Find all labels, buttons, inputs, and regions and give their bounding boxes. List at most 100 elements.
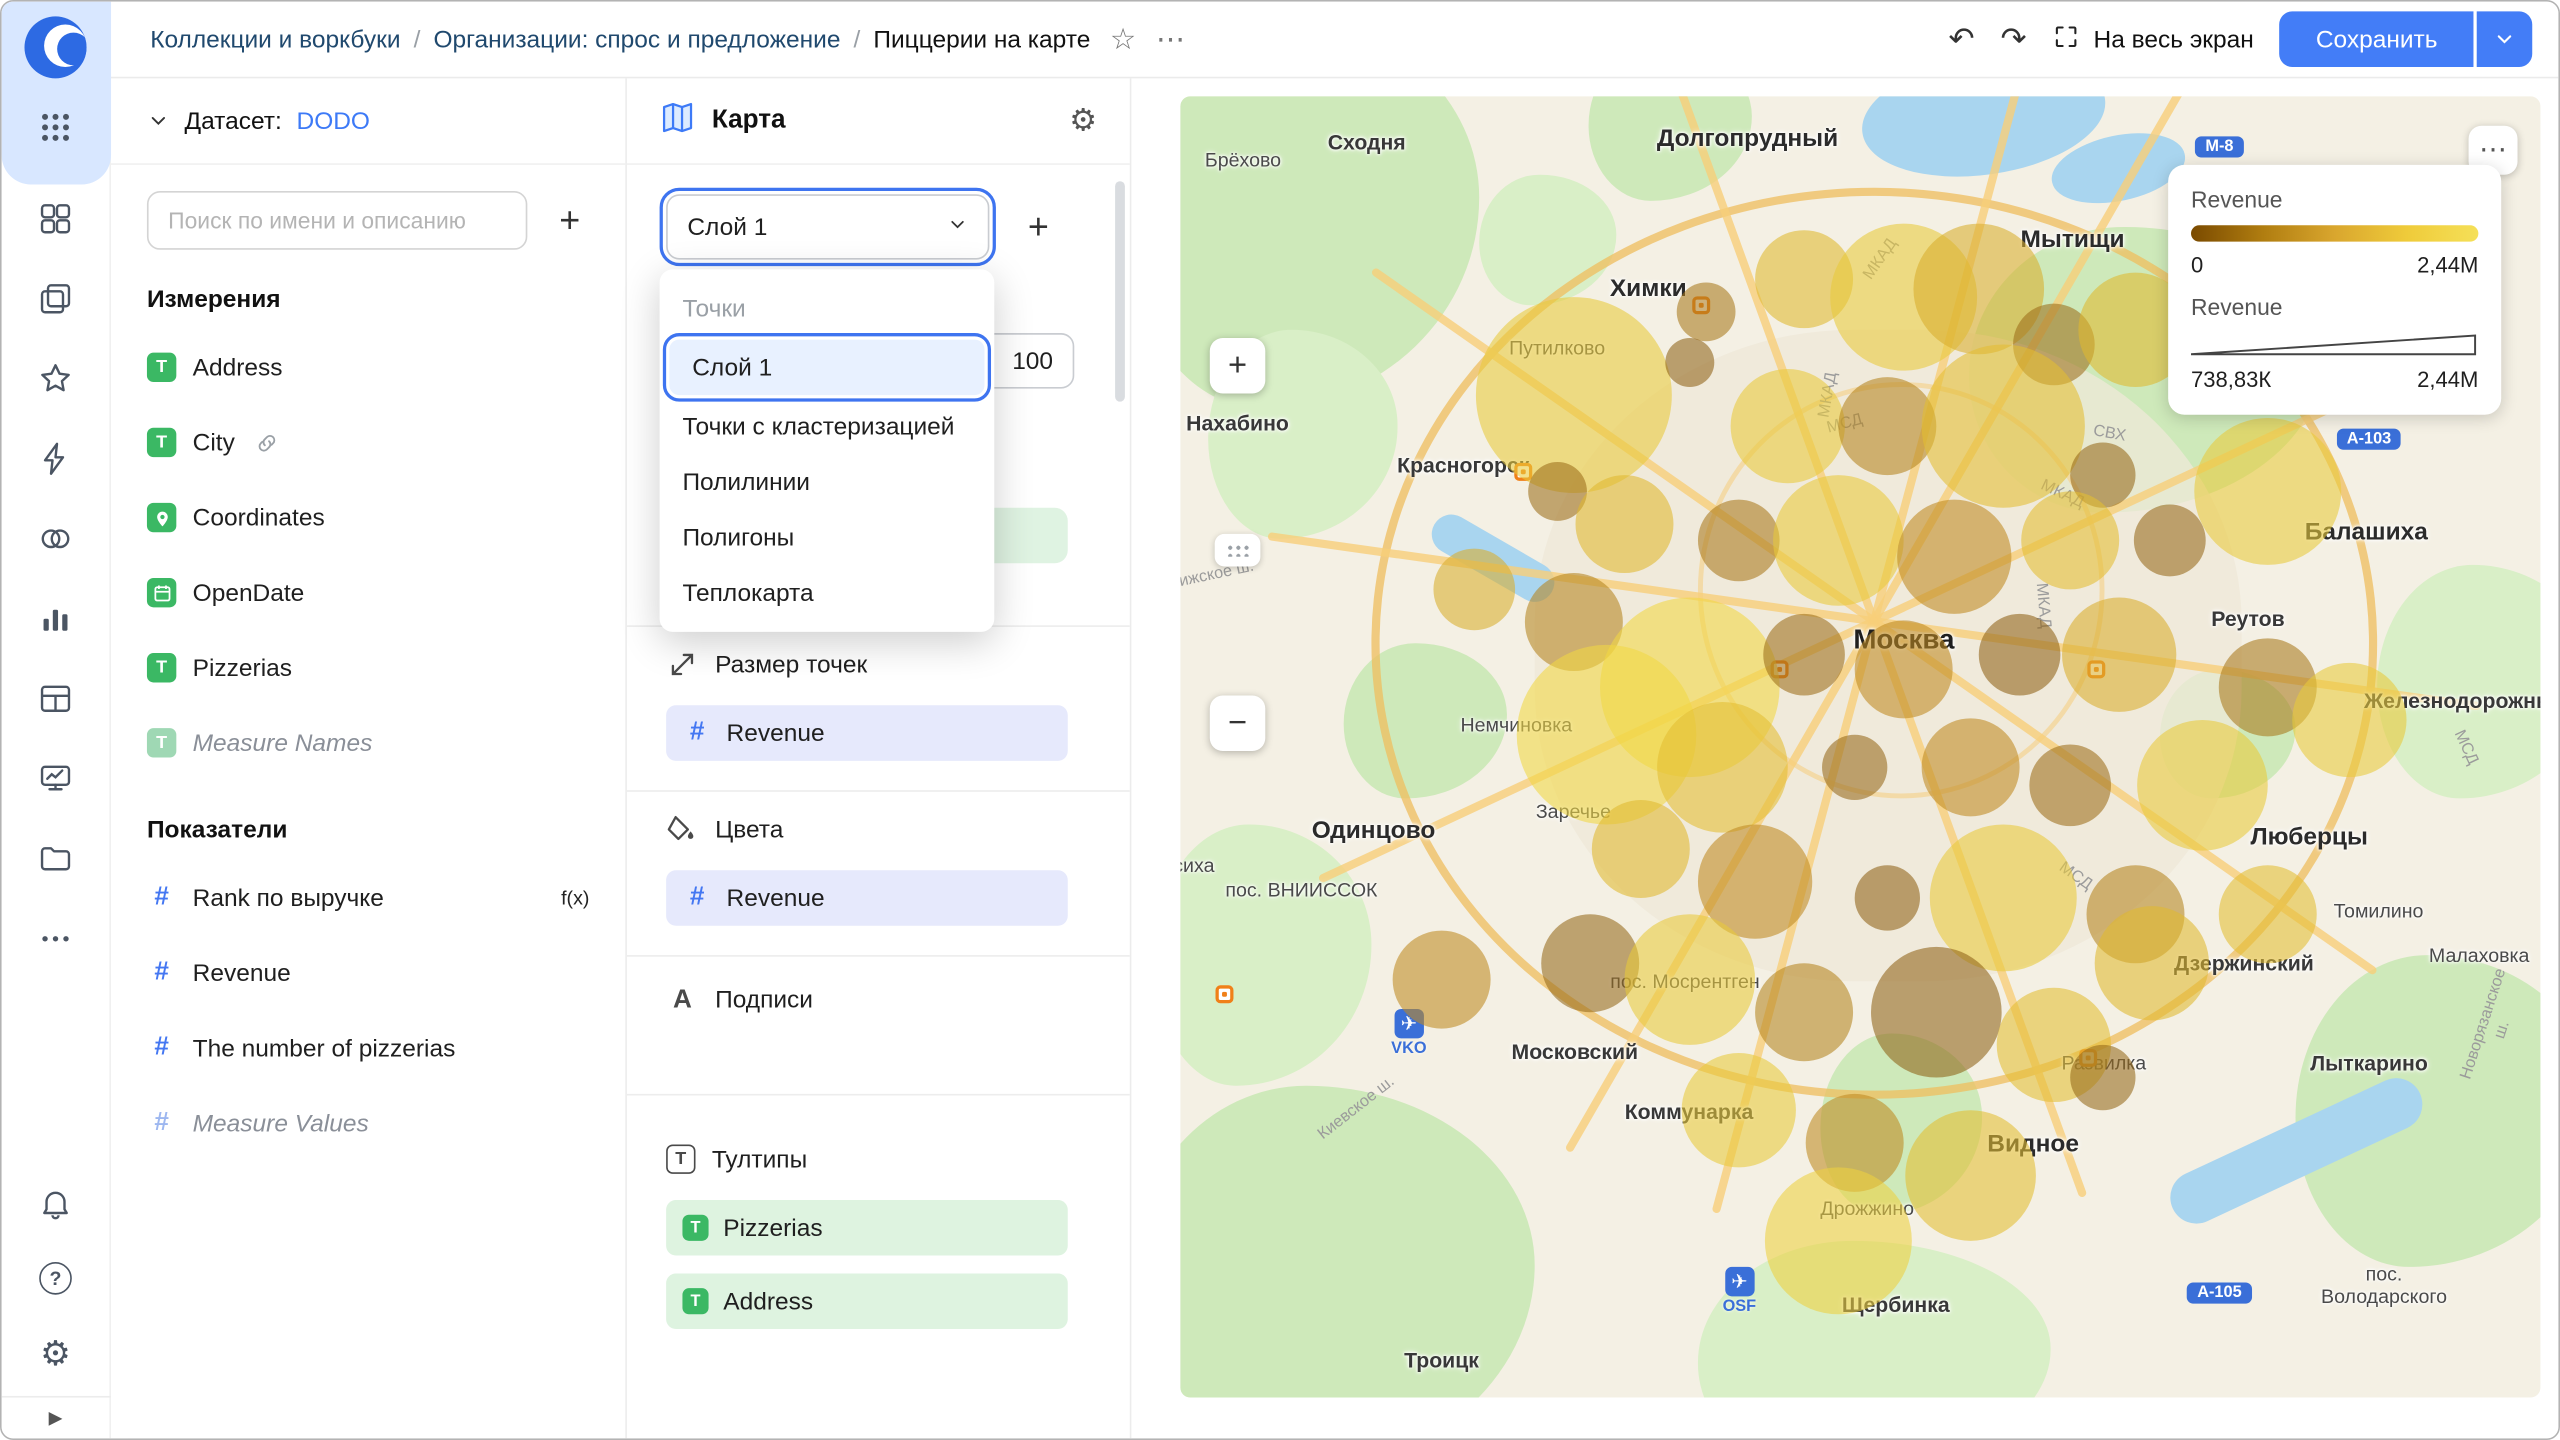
zoom-in-button[interactable]: +	[1209, 337, 1266, 394]
map-bubble[interactable]	[1433, 548, 1515, 631]
nav-workbooks-icon[interactable]	[36, 279, 75, 318]
datalens-logo[interactable]	[24, 16, 87, 79]
layer-select[interactable]: Слой 1	[659, 187, 996, 267]
point-size-field-chip[interactable]: # Revenue	[666, 705, 1068, 761]
map-bubble[interactable]	[1540, 913, 1639, 1012]
map-bubble[interactable]	[1763, 613, 1846, 696]
map-bubble[interactable]	[2292, 662, 2408, 777]
field-measure-values[interactable]: # Measure Values	[111, 1086, 625, 1161]
map-bubble[interactable]	[1675, 282, 1735, 342]
map-bubble[interactable]	[2136, 719, 2268, 850]
map-bubble[interactable]	[2029, 743, 2111, 826]
map-bubble[interactable]	[1897, 499, 2012, 615]
nav-favorites-icon[interactable]	[36, 359, 75, 398]
map-bubble[interactable]	[2069, 1044, 2136, 1111]
map-bubble[interactable]	[1921, 345, 2085, 509]
map-bubble[interactable]	[1978, 613, 2061, 696]
field-pizzerias[interactable]: T Pizzerias	[111, 630, 625, 705]
field-opendate[interactable]: OpenDate	[111, 555, 625, 630]
map-bubble[interactable]	[2194, 418, 2342, 566]
breadcrumb-link-collections[interactable]: Коллекции и воркбуки	[150, 25, 400, 53]
drag-dots-icon	[1226, 543, 1249, 557]
field-city[interactable]: T City	[111, 405, 625, 480]
map-bubble[interactable]	[1591, 800, 1690, 899]
undo-icon[interactable]: ↶	[1948, 24, 1974, 55]
nav-quick-actions-icon[interactable]	[36, 439, 75, 478]
zoom-out-button[interactable]: −	[1209, 695, 1266, 752]
map-bubble[interactable]	[1854, 865, 1921, 931]
map-bubble[interactable]	[1765, 1166, 1913, 1314]
text-type-icon: T	[682, 1214, 709, 1241]
map-bubble[interactable]	[1574, 475, 1673, 574]
nav-more-icon[interactable]	[36, 919, 75, 958]
nav-connections-icon[interactable]	[36, 519, 75, 558]
map-bubble[interactable]	[1623, 914, 1755, 1046]
add-field-button[interactable]: +	[544, 194, 596, 246]
map-bubble[interactable]	[2061, 597, 2176, 712]
map-bubble[interactable]	[1657, 702, 1789, 834]
colors-field-chip[interactable]: # Revenue	[666, 870, 1068, 926]
search-input[interactable]	[146, 191, 528, 250]
favorite-star-icon[interactable]: ☆	[1110, 24, 1136, 53]
panel-scrollbar[interactable]	[1115, 181, 1125, 402]
tooltip-field-chip[interactable]: T Address	[666, 1273, 1068, 1329]
dropdown-option-layer1-selected[interactable]: Слой 1	[662, 333, 992, 402]
field-label: The number of pizzerias	[192, 1034, 456, 1063]
nav-files-icon[interactable]	[36, 839, 75, 878]
nav-charts-icon[interactable]	[36, 599, 75, 638]
map-bubble[interactable]	[2094, 905, 2209, 1021]
save-button[interactable]: Сохранить	[2279, 11, 2474, 67]
map-bubble[interactable]	[1698, 499, 1781, 581]
map-bubble[interactable]	[2133, 504, 2206, 576]
dropdown-option-heatmap[interactable]: Теплокарта	[660, 565, 995, 621]
dimensions-title: Измерения	[146, 285, 281, 314]
save-options-button[interactable]	[2476, 11, 2533, 67]
field-revenue[interactable]: # Revenue	[111, 936, 625, 1011]
map-bubble[interactable]	[1731, 369, 1846, 484]
dropdown-option-points[interactable]: Точки	[660, 281, 995, 337]
chart-settings-gear-icon[interactable]: ⚙	[1069, 105, 1097, 136]
tooltip-field-chip[interactable]: T Pizzerias	[666, 1199, 1068, 1256]
redo-icon[interactable]: ↷	[2001, 24, 2027, 55]
rail-collapse-button[interactable]: ▶	[1, 1395, 111, 1438]
nav-collections-icon[interactable]	[36, 199, 75, 238]
chart-header: Карта ⚙	[626, 78, 1130, 165]
map-bubble[interactable]	[1664, 337, 1714, 387]
map-bubble[interactable]	[1822, 735, 1888, 801]
number-type-icon: #	[154, 1033, 169, 1062]
map-canvas[interactable]: ДолгопрудныйМытищиХимкиБалашихаМоскваОди…	[1180, 96, 2541, 1398]
chevron-down-icon[interactable]	[147, 109, 170, 132]
nav-dashboards-icon[interactable]	[36, 759, 75, 798]
dropdown-option-clustered[interactable]: Точки с кластеризацией	[660, 398, 995, 454]
field-address[interactable]: T Address	[111, 330, 625, 405]
map-bubble[interactable]	[1773, 474, 1904, 606]
dataset-name-link[interactable]: DODO	[297, 107, 370, 135]
map-bubble[interactable]	[2219, 865, 2318, 964]
map-bubble[interactable]	[1755, 963, 1854, 1062]
breadcrumb-link-workbook[interactable]: Организации: спрос и предложение	[433, 25, 840, 53]
nav-datasets-icon[interactable]	[36, 679, 75, 718]
more-actions-icon[interactable]: ⋯	[1156, 24, 1185, 53]
map-bubble[interactable]	[1871, 947, 2002, 1078]
add-layer-button[interactable]: +	[1012, 201, 1064, 253]
map-bubble[interactable]	[1682, 1052, 1797, 1168]
map-bubble[interactable]	[1905, 1109, 2036, 1241]
apps-grid-icon[interactable]	[36, 108, 75, 147]
fullscreen-button[interactable]: На весь экран	[2053, 22, 2254, 56]
map-bubble[interactable]	[1921, 718, 2020, 817]
field-measure-names[interactable]: T Measure Names	[111, 705, 625, 780]
map-bubble[interactable]	[1392, 930, 1491, 1029]
map-bubble[interactable]	[1854, 621, 1953, 720]
settings-gear-icon[interactable]: ⚙	[36, 1334, 75, 1373]
chart-sections: Размер точек # Revenue Цвета # Revenue А…	[626, 625, 1130, 1329]
help-icon[interactable]: ?	[36, 1259, 75, 1298]
field-coordinates[interactable]: Coordinates	[111, 480, 625, 555]
field-rank[interactable]: # Rank по выручке f(x)	[111, 860, 625, 935]
zoom-drag-handle[interactable]	[1214, 533, 1261, 567]
map-bubble[interactable]	[1475, 296, 1672, 493]
field-number-of-pizzerias[interactable]: # The number of pizzerias	[111, 1011, 625, 1086]
notifications-bell-icon[interactable]	[36, 1184, 75, 1223]
map-bubble[interactable]	[2020, 491, 2119, 590]
dropdown-option-polylines[interactable]: Полилинии	[660, 454, 995, 510]
dropdown-option-polygons[interactable]: Полигоны	[660, 509, 995, 565]
